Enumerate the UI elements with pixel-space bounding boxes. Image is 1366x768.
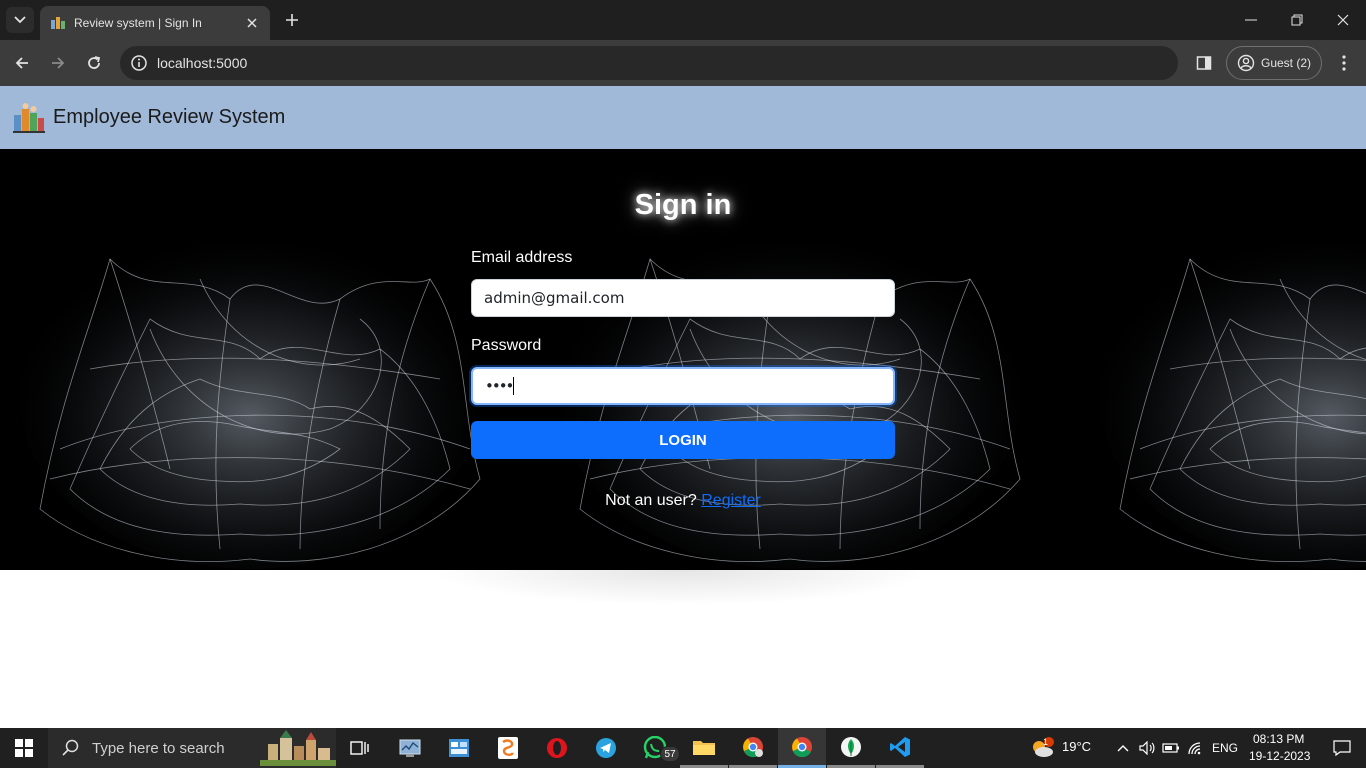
url-text: localhost:5000 (157, 55, 248, 71)
browser-tabstrip: Review system | Sign In (0, 0, 1366, 40)
opera-icon (547, 738, 567, 758)
search-icon (62, 739, 79, 756)
chevron-down-icon (14, 16, 26, 24)
side-panel-button[interactable] (1192, 51, 1216, 75)
windows-taskbar: Type here to search 1 19°C ENG 08:13 PM … (0, 728, 1366, 768)
chrome-icon (743, 736, 763, 757)
chevron-up-icon (1117, 745, 1129, 752)
side-panel-icon (1196, 56, 1212, 70)
taskbar-app-control-panel[interactable] (435, 728, 483, 768)
profile-button[interactable]: Guest (2) (1226, 46, 1322, 80)
clock-time[interactable]: 08:13 PM (1253, 732, 1304, 746)
reload-button[interactable] (80, 49, 108, 77)
site-navbar: Employee Review System (0, 86, 1366, 149)
close-icon (1337, 14, 1349, 26)
taskbar-app-opera[interactable] (533, 728, 581, 768)
register-link[interactable]: Register (701, 492, 761, 509)
start-button[interactable] (0, 728, 48, 768)
weather-badge: 1 (1043, 737, 1049, 747)
signin-hero: Sign in Email address admin@gmail.com Pa… (0, 149, 1366, 570)
mongodb-leaf-icon (841, 736, 861, 757)
site-info-icon[interactable] (130, 54, 148, 72)
brand-logo-icon[interactable] (12, 101, 46, 135)
taskbar-search-box[interactable]: Type here to search (48, 728, 336, 768)
taskbar-app-mongodb-compass[interactable] (827, 728, 875, 768)
password-label: Password (471, 337, 542, 354)
email-label: Email address (471, 249, 573, 266)
browser-toolbar: localhost:5000 Guest (2) (0, 40, 1366, 86)
search-placeholder: Type here to search (92, 739, 225, 757)
register-prompt: Not an user? (605, 492, 697, 509)
battery-button[interactable] (1160, 728, 1182, 768)
more-vertical-icon (1342, 55, 1346, 71)
text-caret (513, 377, 515, 395)
user-circle-icon (1237, 54, 1255, 72)
volume-button[interactable] (1136, 728, 1158, 768)
weather-widget-icon-button[interactable] (1022, 728, 1062, 768)
email-field[interactable]: admin@gmail.com (471, 279, 895, 317)
chrome-icon (792, 736, 812, 757)
orange-app-icon (498, 737, 518, 759)
control-panel-icon (449, 739, 469, 757)
browser-tab-active[interactable]: Review system | Sign In (40, 6, 270, 40)
arrow-right-icon (52, 57, 65, 69)
vscode-icon (890, 736, 910, 757)
whatsapp-unread-badge: 57 (660, 746, 680, 762)
task-view-icon (350, 741, 369, 755)
signin-title: Sign in (634, 189, 732, 221)
password-field[interactable]: •••• (471, 367, 895, 405)
signin-form: Email address admin@gmail.com Password •… (471, 249, 895, 459)
minimize-icon (1245, 19, 1257, 21)
profile-label: Guest (2) (1261, 56, 1312, 70)
folder-icon (693, 740, 715, 755)
browser-menu-button[interactable] (1332, 51, 1356, 75)
resource-monitor-icon (399, 739, 421, 757)
site-favicon-icon (51, 17, 65, 29)
windows-logo-icon (15, 739, 33, 757)
taskbar-app-monitor[interactable] (386, 728, 434, 768)
weather-icon (1033, 737, 1054, 757)
taskbar-app-file-explorer[interactable] (680, 728, 728, 768)
battery-icon (1162, 743, 1179, 753)
task-view-button[interactable] (336, 728, 384, 768)
restore-button[interactable] (1274, 0, 1320, 40)
clock-date[interactable]: 19-12-2023 (1249, 749, 1310, 763)
new-tab-button[interactable] (280, 8, 304, 32)
action-center-button[interactable] (1318, 728, 1366, 768)
arrow-left-icon (15, 57, 28, 69)
taskbar-app-telegram[interactable] (582, 728, 630, 768)
taskbar-app-chrome-profile[interactable] (729, 728, 777, 768)
taskbar-app-sublime[interactable] (484, 728, 532, 768)
password-value: •••• (485, 377, 514, 395)
close-icon (247, 18, 257, 28)
tab-close-button[interactable] (244, 15, 260, 31)
input-language[interactable]: ENG (1212, 741, 1238, 755)
reload-icon (88, 56, 101, 69)
notification-icon (1333, 740, 1351, 756)
plus-icon (286, 14, 298, 26)
minimize-button[interactable] (1228, 0, 1274, 40)
tab-search-button[interactable] (6, 7, 34, 33)
taskbar-app-vscode[interactable] (876, 728, 924, 768)
wifi-icon (1188, 742, 1201, 755)
forward-button[interactable] (44, 49, 72, 77)
address-bar[interactable]: localhost:5000 (120, 46, 1178, 80)
login-button[interactable]: LOGIN (471, 421, 895, 459)
show-hidden-icons-button[interactable] (1112, 728, 1134, 768)
register-prompt-line: Not an user? Register (0, 492, 1366, 510)
close-window-button[interactable] (1320, 0, 1366, 40)
speaker-icon (1139, 741, 1155, 755)
search-highlight-illustration-icon (260, 730, 336, 766)
back-button[interactable] (8, 49, 36, 77)
form-shadow (430, 570, 936, 606)
brand-name[interactable]: Employee Review System (53, 106, 285, 129)
network-button[interactable] (1184, 728, 1206, 768)
telegram-icon (596, 738, 616, 758)
email-value: admin@gmail.com (484, 289, 625, 307)
tab-title: Review system | Sign In (74, 16, 202, 30)
restore-icon (1291, 14, 1303, 26)
taskbar-app-chrome[interactable] (778, 728, 826, 768)
weather-temperature[interactable]: 19°C (1062, 739, 1091, 754)
